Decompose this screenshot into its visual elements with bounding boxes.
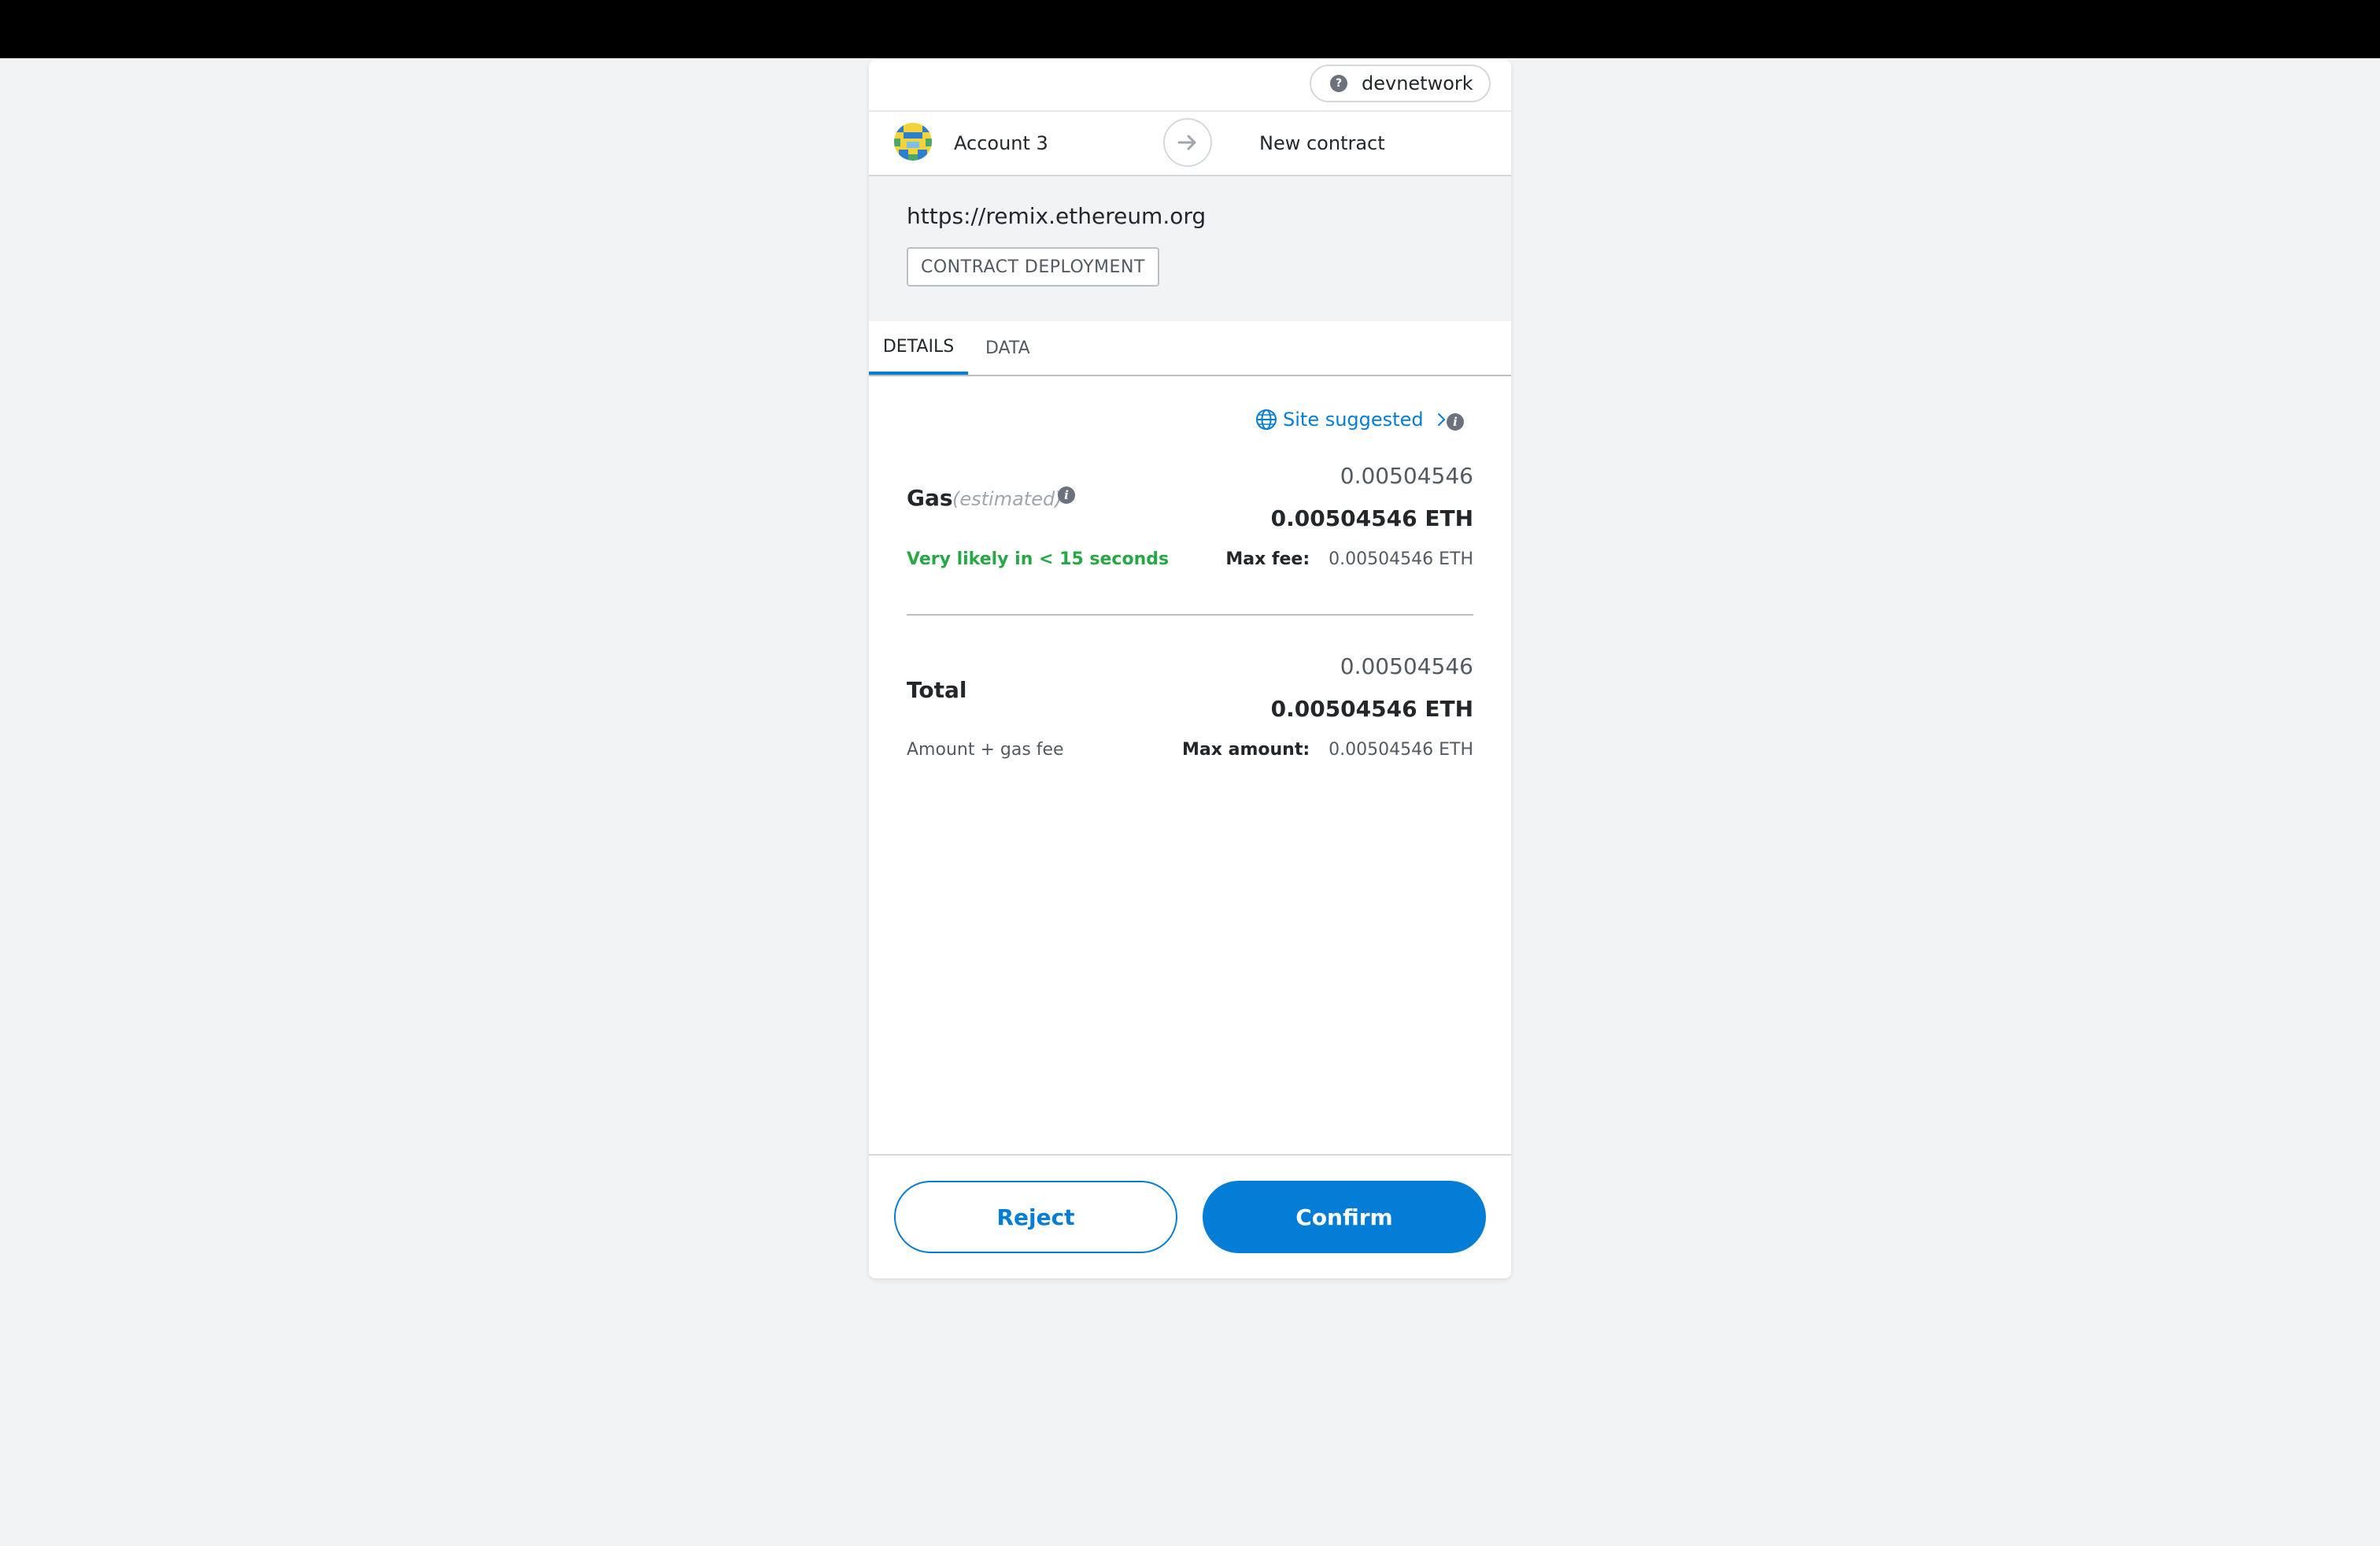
gas-timing-estimate: Very likely in < 15 seconds — [907, 549, 1170, 569]
gas-info-icon[interactable]: i — [1058, 486, 1075, 504]
chevron-right-icon — [1437, 413, 1445, 426]
network-name: devnetwork — [1362, 72, 1473, 94]
gas-source-link[interactable]: Site suggested — [1255, 408, 1447, 431]
max-amount-value: 0.00504546 ETH — [1329, 740, 1473, 760]
top-bar — [0, 0, 2380, 58]
max-fee-row: Max fee: 0.00504546 ETH — [1225, 549, 1473, 569]
network-row: ? devnetwork — [869, 60, 1511, 112]
recipient-label: New contract — [1259, 132, 1385, 154]
sender-account-name[interactable]: Account 3 — [954, 132, 1048, 154]
network-selector[interactable]: ? devnetwork — [1310, 65, 1491, 102]
total-subtitle: Amount + gas fee — [907, 740, 1064, 760]
origin-url: https://remix.ethereum.org — [907, 203, 1207, 229]
info-icon[interactable]: i — [1447, 413, 1464, 431]
sender-recipient-row: Account 3 New contract — [869, 112, 1511, 176]
max-amount-row: Max amount: 0.00504546 ETH — [1182, 740, 1473, 760]
total-label: Total — [907, 677, 967, 703]
transaction-type-badge: CONTRACT DEPLOYMENT — [907, 247, 1159, 287]
gas-label: Gas — [907, 485, 953, 511]
total-value-primary: 0.00504546 ETH — [1270, 696, 1473, 722]
max-amount-label: Max amount: — [1182, 740, 1310, 760]
gas-qualifier: (estimated) — [952, 488, 1062, 510]
account-avatar[interactable] — [894, 123, 932, 161]
arrow-right-icon — [1163, 118, 1212, 167]
reject-button[interactable]: Reject — [894, 1181, 1177, 1253]
gas-value-secondary: 0.00504546 — [1340, 463, 1473, 489]
confirm-button[interactable]: Confirm — [1203, 1181, 1486, 1253]
transaction-origin: https://remix.ethereum.org CONTRACT DEPL… — [869, 176, 1511, 321]
tab-details[interactable]: DETAILS — [869, 321, 968, 375]
max-fee-label: Max fee: — [1225, 549, 1310, 569]
divider — [907, 614, 1473, 616]
total-value-secondary: 0.00504546 — [1340, 653, 1473, 679]
question-icon: ? — [1330, 75, 1347, 92]
globe-icon — [1256, 409, 1277, 430]
confirm-transaction-panel: ? devnetwork Account 3 New contract http… — [869, 60, 1511, 1278]
gas-source-label: Site suggested — [1283, 409, 1424, 431]
action-footer: Reject Confirm — [869, 1154, 1511, 1278]
gas-value-primary: 0.00504546 ETH — [1270, 505, 1473, 531]
tab-data[interactable]: DATA — [985, 321, 1030, 375]
max-fee-value: 0.00504546 ETH — [1329, 549, 1473, 569]
tab-bar: DETAILS DATA — [869, 321, 1511, 376]
